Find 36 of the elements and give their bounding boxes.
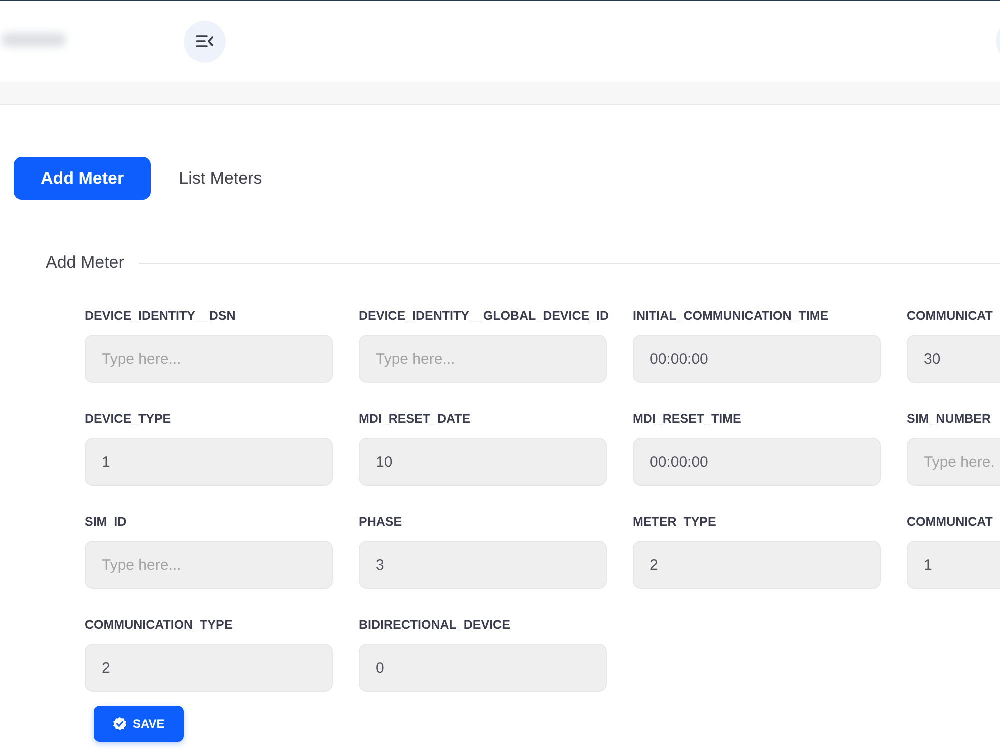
field-label: COMMUNICAT — [907, 514, 993, 530]
field-label: COMMUNICAT — [907, 308, 993, 324]
input-field[interactable]: 1 — [85, 438, 333, 486]
input-field[interactable]: Type here... — [359, 335, 607, 383]
field-label: BIDIRECTIONAL_DEVICE — [359, 617, 510, 633]
input-field[interactable]: 00:00:00 — [633, 438, 881, 486]
section-title: Add Meter — [46, 253, 124, 273]
field-label: INITIAL_COMMUNICATION_TIME — [633, 308, 829, 324]
tab[interactable]: Add Meter — [14, 157, 152, 200]
field-label: MDI_RESET_DATE — [359, 411, 471, 427]
input-field[interactable]: 1 — [907, 541, 1000, 589]
input-field[interactable]: 2 — [633, 541, 881, 589]
field-label: SIM_ID — [85, 514, 127, 530]
input-field[interactable]: Type here... — [85, 541, 333, 589]
badge-check-icon — [113, 717, 127, 731]
input-field[interactable]: Type here. — [907, 438, 1000, 486]
menu-toggle-button[interactable] — [184, 20, 226, 62]
field-label: COMMUNICATION_TYPE — [85, 617, 233, 633]
field-label: DEVICE_TYPE — [85, 411, 172, 427]
input-field[interactable]: 10 — [359, 438, 607, 486]
field-label: METER_TYPE — [633, 514, 716, 530]
input-field[interactable]: 0 — [359, 644, 607, 692]
blurred-logo — [2, 32, 66, 46]
field-label: MDI_RESET_TIME — [633, 411, 742, 427]
field-label: SIM_NUMBER — [907, 411, 992, 427]
input-field[interactable]: 3 — [359, 541, 607, 589]
save-button[interactable]: SAVE — [94, 706, 184, 742]
input-field[interactable]: 00:00:00 — [633, 335, 881, 383]
input-field[interactable]: 2 — [85, 644, 333, 692]
field-label: DEVICE_IDENTITY__DSN — [85, 308, 236, 324]
input-field[interactable]: Type here... — [85, 335, 333, 383]
tab[interactable]: List Meters — [152, 157, 290, 200]
field-label: PHASE — [359, 514, 402, 530]
menu-collapse-icon — [196, 35, 214, 48]
input-field[interactable]: 30 — [907, 335, 1000, 383]
field-label: DEVICE_IDENTITY__GLOBAL_DEVICE_ID — [359, 308, 610, 324]
